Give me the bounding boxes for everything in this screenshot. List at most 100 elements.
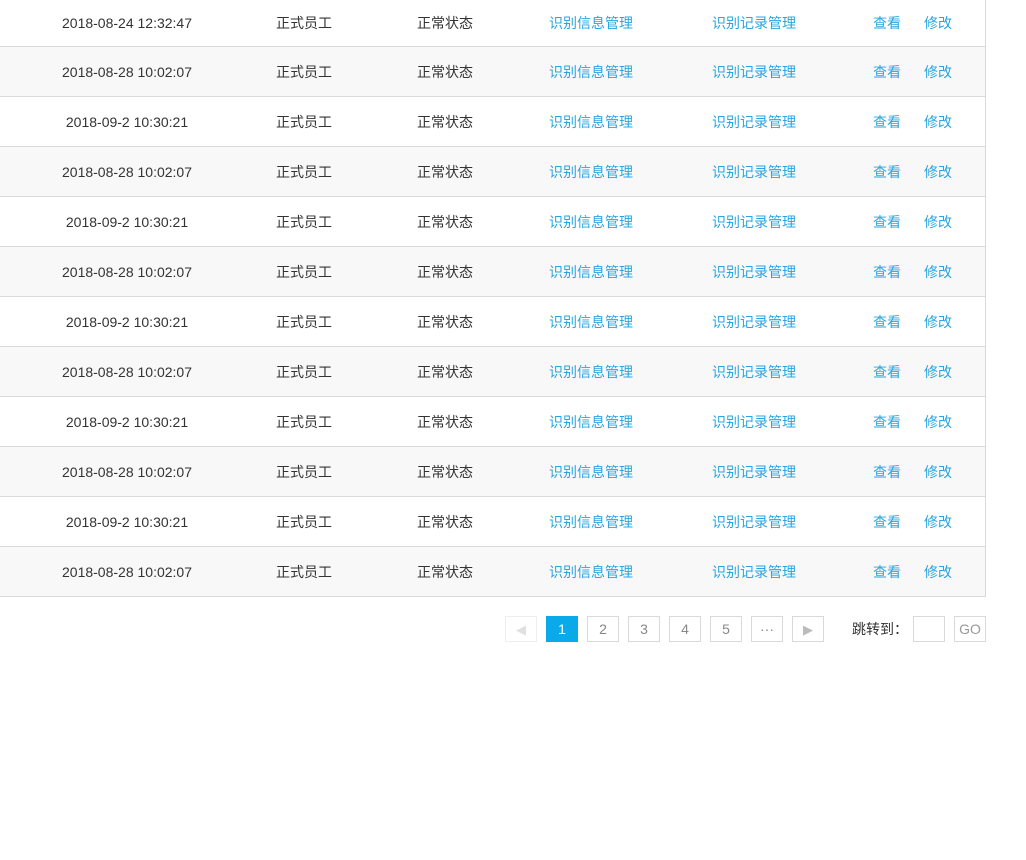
pagination: ◀ 1 2 3 4 5 ··· ▶ 跳转到： GO	[0, 616, 1026, 642]
table-row: 2018-08-28 10:02:07 正式员工 正常状态 识别信息管理 识别记录管理 查…	[0, 247, 985, 297]
employee-type-cell: 正式员工	[276, 413, 332, 430]
view-link[interactable]: 查看	[873, 412, 901, 432]
employee-type-cell: 正式员工	[276, 513, 332, 530]
info-manage-link[interactable]: 识别信息管理	[549, 512, 633, 532]
page-button-4[interactable]: 4	[669, 616, 701, 642]
edit-link[interactable]: 修改	[924, 212, 952, 232]
view-link[interactable]: 查看	[873, 362, 901, 382]
record-manage-link[interactable]: 识别记录管理	[712, 162, 796, 182]
time-cell: 2018-09-2 10:30:21	[65, 313, 189, 330]
page-button-5[interactable]: 5	[710, 616, 742, 642]
status-cell: 正常状态	[417, 163, 473, 180]
page-button-1[interactable]: 1	[546, 616, 578, 642]
prev-page-button[interactable]: ◀	[505, 616, 537, 642]
table-row: 2018-08-28 10:02:07 正式员工 正常状态 识别信息管理 识别记录管理 查…	[0, 47, 985, 97]
info-manage-link[interactable]: 识别信息管理	[549, 462, 633, 482]
edit-link[interactable]: 修改	[924, 13, 952, 33]
page-button-2[interactable]: 2	[587, 616, 619, 642]
time-cell: 2018-08-28 10:02:07	[62, 463, 192, 480]
status-cell: 正常状态	[417, 113, 473, 130]
employee-type-cell: 正式员工	[276, 213, 332, 230]
employee-type-cell: 正式员工	[276, 263, 332, 280]
view-link[interactable]: 查看	[873, 162, 901, 182]
employee-type-cell: 正式员工	[276, 463, 332, 480]
record-manage-link[interactable]: 识别记录管理	[712, 562, 796, 582]
info-manage-link[interactable]: 识别信息管理	[549, 412, 633, 432]
view-link[interactable]: 查看	[873, 312, 901, 332]
info-manage-link[interactable]: 识别信息管理	[549, 312, 633, 332]
status-cell: 正常状态	[417, 263, 473, 280]
time-cell: 2018-09-2 10:30:21	[65, 213, 189, 230]
table-row: 2018-08-28 10:02:07 正式员工 正常状态 识别信息管理 识别记录管理 查…	[0, 347, 985, 397]
info-manage-link[interactable]: 识别信息管理	[549, 112, 633, 132]
employee-type-cell: 正式员工	[276, 363, 332, 380]
view-link[interactable]: 查看	[873, 112, 901, 132]
time-cell: 2018-09-2 10:30:21	[65, 513, 189, 530]
info-manage-link[interactable]: 识别信息管理	[549, 62, 633, 82]
record-manage-link[interactable]: 识别记录管理	[712, 13, 796, 33]
edit-link[interactable]: 修改	[924, 312, 952, 332]
info-manage-link[interactable]: 识别信息管理	[549, 212, 633, 232]
time-cell: 2018-08-28 10:02:07	[62, 263, 192, 280]
table-row: 2018-09-2 10:30:21 正式员工 正常状态 识别信息管理 识别记录管理 查看…	[0, 297, 985, 347]
record-manage-link[interactable]: 识别记录管理	[712, 362, 796, 382]
status-cell: 正常状态	[417, 15, 473, 31]
info-manage-link[interactable]: 识别信息管理	[549, 162, 633, 182]
table-row: 2018-09-2 10:30:21 正式员工 正常状态 识别信息管理 识别记录管理 查看…	[0, 97, 985, 147]
status-cell: 正常状态	[417, 313, 473, 330]
status-cell: 正常状态	[417, 413, 473, 430]
view-link[interactable]: 查看	[873, 512, 901, 532]
page-button-3[interactable]: 3	[628, 616, 660, 642]
next-page-button[interactable]: ▶	[792, 616, 824, 642]
status-cell: 正常状态	[417, 213, 473, 230]
record-manage-link[interactable]: 识别记录管理	[712, 62, 796, 82]
info-manage-link[interactable]: 识别信息管理	[549, 362, 633, 382]
employee-type-cell: 正式员工	[276, 313, 332, 330]
employee-type-cell: 正式员工	[276, 63, 332, 80]
table-row: 2018-09-2 10:30:21 正式员工 正常状态 识别信息管理 识别记录管理 查看…	[0, 197, 985, 247]
view-link[interactable]: 查看	[873, 212, 901, 232]
edit-link[interactable]: 修改	[924, 512, 952, 532]
ellipsis-button[interactable]: ···	[751, 616, 783, 642]
status-cell: 正常状态	[417, 363, 473, 380]
edit-link[interactable]: 修改	[924, 562, 952, 582]
go-button[interactable]: GO	[954, 616, 986, 642]
jump-page-input[interactable]	[913, 616, 945, 642]
record-manage-link[interactable]: 识别记录管理	[712, 462, 796, 482]
employee-type-cell: 正式员工	[276, 563, 332, 580]
view-link[interactable]: 查看	[873, 13, 901, 33]
info-manage-link[interactable]: 识别信息管理	[549, 262, 633, 282]
view-link[interactable]: 查看	[873, 62, 901, 82]
record-manage-link[interactable]: 识别记录管理	[712, 112, 796, 132]
time-cell: 2018-08-28 10:02:07	[62, 63, 192, 80]
view-link[interactable]: 查看	[873, 262, 901, 282]
edit-link[interactable]: 修改	[924, 412, 952, 432]
employee-type-cell: 正式员工	[276, 15, 332, 31]
table-body: 2018-08-24 12:32:47 正式员工 正常状态 识别信息管理 识别记录管理查…	[0, 0, 985, 597]
employee-type-cell: 正式员工	[276, 113, 332, 130]
edit-link[interactable]: 修改	[924, 262, 952, 282]
jump-label: 跳转到：	[852, 621, 908, 637]
info-manage-link[interactable]: 识别信息管理	[549, 562, 633, 582]
edit-link[interactable]: 修改	[924, 462, 952, 482]
time-cell: 2018-09-2 10:30:21	[65, 113, 189, 130]
view-link[interactable]: 查看	[873, 562, 901, 582]
time-cell: 2018-08-28 10:02:07	[62, 563, 192, 580]
record-manage-link[interactable]: 识别记录管理	[712, 412, 796, 432]
triangle-left-icon: ◀	[516, 622, 526, 637]
edit-link[interactable]: 修改	[924, 112, 952, 132]
record-manage-link[interactable]: 识别记录管理	[712, 262, 796, 282]
record-manage-link[interactable]: 识别记录管理	[712, 512, 796, 532]
record-manage-link[interactable]: 识别记录管理	[712, 312, 796, 332]
record-manage-link[interactable]: 识别记录管理	[712, 212, 796, 232]
edit-link[interactable]: 修改	[924, 362, 952, 382]
time-cell: 2018-08-24 12:32:47	[62, 15, 192, 31]
view-link[interactable]: 查看	[873, 462, 901, 482]
table-row: 2018-08-28 10:02:07 正式员工 正常状态 识别信息管理 识别记录管理 查…	[0, 147, 985, 197]
edit-link[interactable]: 修改	[924, 162, 952, 182]
employee-type-cell: 正式员工	[276, 163, 332, 180]
table-row: 2018-09-2 10:30:21 正式员工 正常状态 识别信息管理 识别记录管理 查看…	[0, 497, 985, 547]
table-row: 2018-08-28 10:02:07 正式员工 正常状态 识别信息管理 识别记录管理 查…	[0, 547, 985, 597]
edit-link[interactable]: 修改	[924, 62, 952, 82]
info-manage-link[interactable]: 识别信息管理	[549, 13, 633, 33]
